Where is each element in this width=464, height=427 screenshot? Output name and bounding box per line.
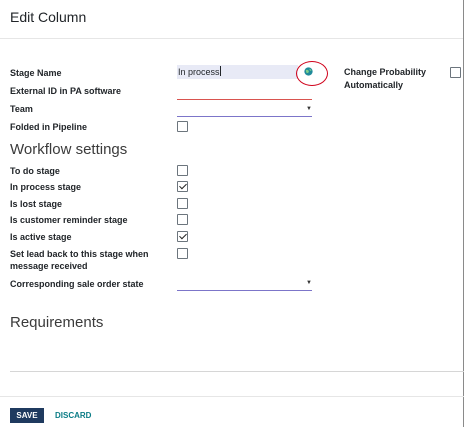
discard-button[interactable]: DISCARD <box>55 408 91 423</box>
set-lead-back-checkbox[interactable] <box>177 248 188 259</box>
requirements-section-title: Requirements <box>10 314 104 331</box>
external-id-input[interactable] <box>177 99 312 100</box>
stage-name-input[interactable]: In process <box>177 65 298 79</box>
caret-down-icon[interactable]: ▼ <box>306 280 312 286</box>
to-do-stage-checkbox[interactable] <box>177 165 188 176</box>
save-button[interactable]: SAVE <box>10 408 44 423</box>
sale-order-state-label: Corresponding sale order state <box>10 279 144 289</box>
set-lead-back-label: Set lead back to this stage when message… <box>10 249 149 272</box>
annotation-circle <box>296 61 328 86</box>
footer-divider <box>0 396 464 397</box>
text-cursor <box>219 66 221 76</box>
change-probability-checkbox[interactable] <box>450 67 461 78</box>
content-bottom-divider <box>10 371 464 372</box>
workflow-section-title: Workflow settings <box>10 141 128 158</box>
set-lead-back-line2: message received <box>10 261 88 271</box>
caret-down-icon[interactable]: ▼ <box>306 106 312 112</box>
set-lead-back-line1: Set lead back to this stage when <box>10 249 149 259</box>
stage-name-label: Stage Name <box>10 68 62 78</box>
customer-reminder-stage-label: Is customer reminder stage <box>10 215 128 225</box>
customer-reminder-stage-checkbox[interactable] <box>177 214 188 225</box>
folded-label: Folded in Pipeline <box>10 122 88 132</box>
in-process-stage-label: In process stage <box>10 182 82 192</box>
dialog-title: Edit Column <box>10 9 87 25</box>
is-active-stage-label: Is active stage <box>10 232 72 242</box>
header-divider <box>0 38 464 39</box>
change-probability-line1: Change Probability <box>344 67 427 77</box>
in-process-stage-checkbox[interactable] <box>177 181 188 192</box>
team-select[interactable] <box>177 116 312 117</box>
change-probability-line2: Automatically <box>344 80 404 90</box>
is-active-stage-checkbox[interactable] <box>177 231 188 242</box>
is-lost-stage-checkbox[interactable] <box>177 198 188 209</box>
folded-checkbox[interactable] <box>177 121 188 132</box>
is-lost-stage-label: Is lost stage <box>10 199 63 209</box>
sale-order-state-select[interactable] <box>177 290 312 291</box>
change-probability-label: Change Probability Automatically <box>344 66 426 92</box>
stage-name-value: In process <box>178 67 220 77</box>
to-do-stage-label: To do stage <box>10 166 60 176</box>
external-id-label: External ID in PA software <box>10 86 122 96</box>
team-label: Team <box>10 104 33 114</box>
